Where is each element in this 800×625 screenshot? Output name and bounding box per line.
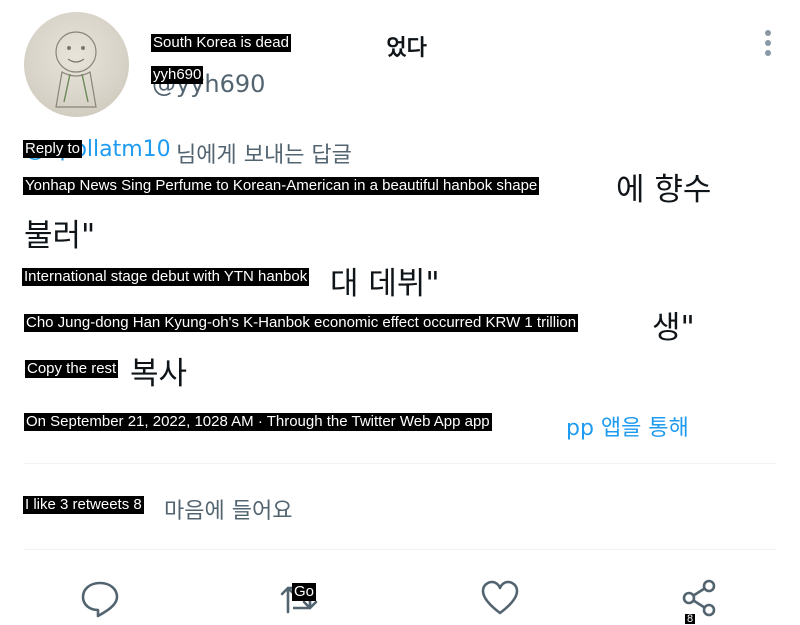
more-options-icon[interactable] [764,30,772,56]
tweet-line1-continued: 불러" [24,218,96,254]
share-badge: 8 [685,613,696,625]
tweet-line1: Yonhap News Sing Perfume to Korean-Ameri… [23,177,540,195]
stats-line[interactable]: I like 3 retweets 8 [23,496,144,514]
avatar[interactable] [24,12,129,117]
stats-tail: 마음에 들어요 [164,499,293,524]
share-button[interactable] [680,578,720,618]
display-name-suffix: 었다 [386,36,427,61]
like-button[interactable] [480,578,520,618]
timestamp[interactable]: On September 21, 2022, 1028 AM · Through… [24,413,492,431]
tweet-line4-tail: 복사 [130,356,188,392]
retweet-label: Go [292,583,317,601]
reply-to-label: Reply to [23,140,83,158]
tweet-line3-tail: 생" [652,310,695,346]
divider [24,549,776,550]
tweet-line2-tail: 대 데뷔" [330,266,440,302]
display-name[interactable]: South Korea is dead [151,34,291,52]
tweet-line1-tail: 에 향수 [616,172,712,208]
reply-button[interactable] [80,578,120,618]
reply-icon [81,581,119,618]
divider [24,463,776,464]
heart-icon [481,580,519,615]
meta-tail: pp 앱을 통해 [566,410,689,442]
username-label[interactable]: yyh690 [151,66,204,84]
tweet-line4: Copy the rest [25,360,119,378]
reply-line-tail: 님에게 보내는 답글 [176,143,352,168]
tweet-line2: International stage debut with YTN hanbo… [22,268,310,286]
share-icon [682,579,716,617]
source-app-link[interactable]: pp 앱을 통해 [566,416,689,441]
tweet-line3: Cho Jung-dong Han Kyung-oh's K-Hanbok ec… [24,314,579,332]
